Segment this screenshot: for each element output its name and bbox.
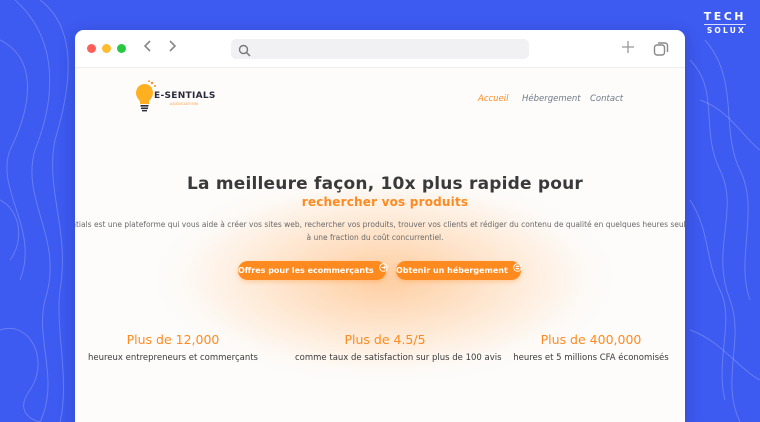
hosting-button[interactable]: Obtenir un hébergement xyxy=(396,260,522,280)
offers-button[interactable]: Offres pour les ecommerçants xyxy=(238,260,388,280)
browser-toolbar xyxy=(75,30,685,68)
tabs-icon[interactable] xyxy=(653,41,669,61)
logo-subtitle: ASSOCIATION xyxy=(170,102,199,106)
stat-hours-saved: Plus de 400,000 heures et 5 millions CFA… xyxy=(501,332,681,363)
search-icon xyxy=(238,42,251,61)
stat-satisfaction: Plus de 4.5/5 comme taux de satisfaction… xyxy=(295,332,502,363)
maximize-window-button[interactable] xyxy=(117,44,126,53)
server-circle-icon xyxy=(512,260,522,279)
stat-value: Plus de 4.5/5 xyxy=(344,332,426,347)
techsolux-logo: TECH SOLUX xyxy=(703,10,746,35)
brand-line1: TECH xyxy=(703,10,746,23)
hero-subtitle: rechercher vos produits xyxy=(301,195,469,209)
plus-icon[interactable] xyxy=(621,35,635,59)
stat-description: heures et 5 millions CFA économisés xyxy=(513,353,669,363)
stat-value: Plus de 12,000 xyxy=(126,332,220,347)
stat-description: heureux entrepreneurs et commerçants xyxy=(88,353,258,363)
nav-accueil[interactable]: Accueil xyxy=(478,94,509,104)
hero-title: La meilleure façon, 10x plus rapide pour xyxy=(187,174,583,194)
nav-hebergement[interactable]: Hébergement xyxy=(522,94,581,104)
nav-contact[interactable]: Contact xyxy=(590,94,623,104)
hosting-button-label: Obtenir un hébergement xyxy=(396,266,508,275)
arrow-circle-right-icon xyxy=(378,260,388,279)
stat-description: comme taux de satisfaction sur plus de 1… xyxy=(295,353,502,363)
offers-button-label: Offres pour les ecommerçants xyxy=(238,266,374,275)
stat-value: Plus de 400,000 xyxy=(540,332,642,347)
hero-description-line2: à une fraction du coût concurrentiel. xyxy=(306,233,444,242)
browser-window: E-SENTIALS ASSOCIATION Accueil Hébergeme… xyxy=(75,30,685,422)
logo-name: E-SENTIALS xyxy=(154,91,216,101)
hero-description: -sentials est une plateforme qui vous ai… xyxy=(75,218,685,244)
close-window-button[interactable] xyxy=(87,44,96,53)
chevron-left-icon[interactable] xyxy=(143,39,153,57)
stat-entrepreneurs: Plus de 12,000 heureux entrepreneurs et … xyxy=(83,332,263,363)
chevron-right-icon[interactable] xyxy=(167,39,177,57)
web-page: E-SENTIALS ASSOCIATION Accueil Hébergeme… xyxy=(75,68,685,422)
minimize-window-button[interactable] xyxy=(102,44,111,53)
address-bar[interactable] xyxy=(231,39,529,59)
hero-description-line1: -sentials est une plateforme qui vous ai… xyxy=(75,220,685,229)
brand-line2: SOLUX xyxy=(703,24,746,35)
